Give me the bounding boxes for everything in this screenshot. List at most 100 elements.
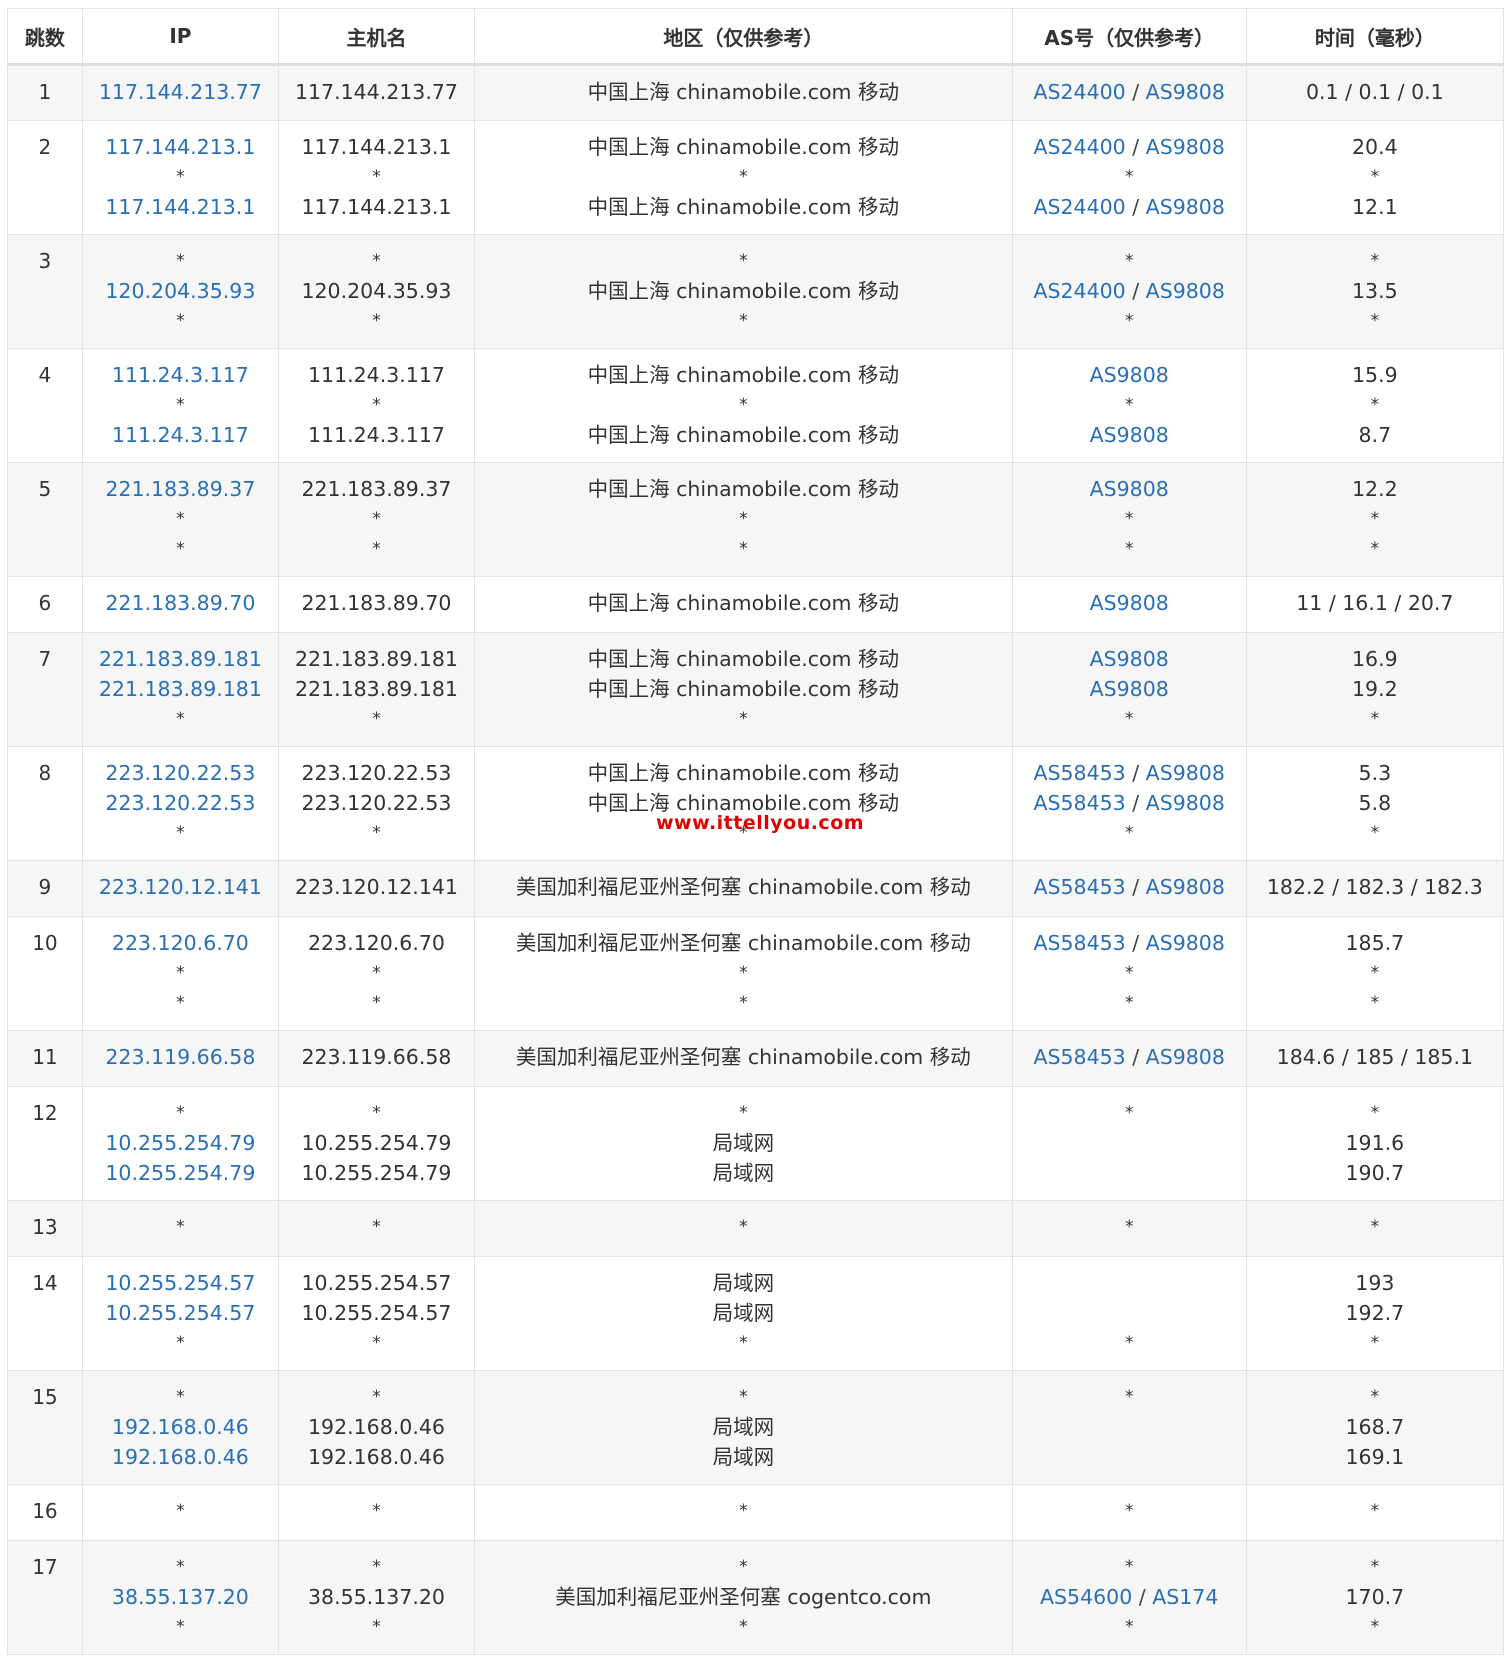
hostname-timeout: * — [372, 823, 381, 843]
ip-link[interactable]: 221.183.89.37 — [105, 477, 255, 501]
time-cell: 16.9 19.2 * — [1245, 632, 1505, 747]
region-text: 美国加利福尼亚州圣何塞 chinamobile.com 移动 — [515, 931, 971, 955]
ip-link[interactable]: 10.255.254.79 — [105, 1131, 255, 1155]
region-cell: * 中国上海 chinamobile.com 移动 * — [474, 234, 1013, 349]
hop-label: 12 — [32, 1101, 58, 1125]
as-timeout: * — [1124, 1387, 1134, 1407]
as-link[interactable]: AS9808 — [1146, 195, 1225, 219]
hostname-text: 38.55.137.20 — [307, 1585, 445, 1609]
as-link[interactable]: AS9808 — [1090, 363, 1169, 387]
table-row: 17 * 38.55.137.20 * * 38.55.137.20 * * 美国加利福尼亚州圣… — [7, 1540, 1505, 1655]
as-link[interactable]: AS24400 — [1033, 195, 1125, 219]
time-timeout: * — [1370, 509, 1380, 529]
as-link[interactable]: AS58453 — [1033, 931, 1125, 955]
as-timeout: * — [1124, 539, 1134, 559]
ip-link[interactable]: 221.183.89.181 — [99, 647, 262, 671]
table-row: 7 221.183.89.181 221.183.89.181 * 221.183.89… — [7, 632, 1505, 747]
ip-link[interactable]: 221.183.89.70 — [105, 591, 255, 615]
as-link[interactable]: AS9808 — [1090, 591, 1169, 615]
as-link[interactable]: AS9808 — [1146, 761, 1225, 785]
region-text: 中国上海 chinamobile.com 移动 — [587, 195, 900, 219]
as-link[interactable]: AS24400 — [1033, 80, 1125, 104]
as-link[interactable]: AS9808 — [1146, 135, 1225, 159]
as-separator: / — [1125, 875, 1146, 899]
ip-line: 221.183.89.181 — [83, 674, 278, 704]
as-line: AS24400 / AS9808 — [1013, 77, 1246, 107]
ip-link[interactable]: 223.120.6.70 — [112, 931, 249, 955]
as-link[interactable]: AS9808 — [1146, 791, 1225, 815]
as-cell: AS58453 / AS9808 — [1011, 1030, 1247, 1087]
region-cell: * 局域网 局域网 — [474, 1086, 1013, 1201]
as-cell: * — [1011, 1200, 1247, 1257]
ip-link[interactable]: 223.120.22.53 — [105, 791, 255, 815]
as-line: AS9808 — [1013, 360, 1246, 390]
as-cell: AS9808 * AS9808 — [1011, 348, 1247, 463]
as-link[interactable]: AS58453 — [1033, 1045, 1125, 1069]
hop-number: 5 — [7, 462, 83, 577]
ip-link[interactable]: 10.255.254.57 — [105, 1301, 255, 1325]
time-timeout: * — [1370, 1217, 1380, 1237]
region-timeout: * — [739, 1103, 748, 1123]
ip-link[interactable]: 192.168.0.46 — [112, 1415, 249, 1439]
as-link[interactable]: AS9808 — [1146, 279, 1225, 303]
ip-link[interactable]: 10.255.254.57 — [105, 1271, 255, 1295]
region-text: 中国上海 chinamobile.com 移动 — [587, 135, 900, 159]
hop-number: 8 — [7, 746, 83, 861]
as-link[interactable]: AS58453 — [1033, 791, 1125, 815]
hop-label: 7 — [38, 647, 52, 671]
as-link[interactable]: AS9808 — [1090, 647, 1169, 671]
as-link[interactable]: AS58453 — [1033, 761, 1125, 785]
hostname-text: 10.255.254.57 — [301, 1301, 452, 1325]
as-link[interactable]: AS9808 — [1146, 931, 1225, 955]
as-cell: AS58453 / AS9808 * * — [1011, 916, 1247, 1031]
region-timeout: * — [739, 509, 748, 529]
table-row: 2 117.144.213.1 * 117.144.213.1 117.144.213.… — [7, 120, 1505, 235]
as-link[interactable]: AS9808 — [1146, 1045, 1225, 1069]
ip-link[interactable]: 117.144.213.77 — [99, 80, 262, 104]
time-cell: 20.4 * 12.1 — [1245, 120, 1505, 235]
ip-link[interactable]: 111.24.3.117 — [112, 363, 249, 387]
ip-link[interactable]: 117.144.213.1 — [105, 195, 255, 219]
ip-link[interactable]: 223.120.22.53 — [105, 761, 255, 785]
as-cell: * — [1011, 1256, 1247, 1371]
as-link[interactable]: AS24400 — [1033, 135, 1125, 159]
as-link[interactable]: AS9808 — [1090, 677, 1169, 701]
ip-timeout: * — [176, 251, 185, 271]
table-row: 15 * 192.168.0.46 192.168.0.46 * 192.168.0.46… — [7, 1370, 1505, 1485]
ip-link[interactable]: 223.120.12.141 — [99, 875, 262, 899]
ip-link[interactable]: 38.55.137.20 — [112, 1585, 249, 1609]
hostname-timeout: * — [372, 963, 381, 983]
hostname-text: 10.255.254.57 — [301, 1271, 452, 1295]
as-cell: * — [1011, 1086, 1247, 1201]
ip-link[interactable]: 120.204.35.93 — [105, 279, 255, 303]
hop-label: 17 — [32, 1555, 58, 1579]
region-cell: 中国上海 chinamobile.com 移动 — [474, 576, 1013, 633]
as-link[interactable]: AS9808 — [1146, 80, 1225, 104]
region-timeout: * — [739, 539, 748, 559]
as-line: AS54600 / AS174 — [1013, 1582, 1246, 1612]
region-timeout: * — [739, 311, 748, 331]
as-link[interactable]: AS9808 — [1090, 423, 1169, 447]
hostname-timeout: * — [372, 1387, 381, 1407]
ip-link[interactable]: 117.144.213.1 — [105, 135, 255, 159]
as-link[interactable]: AS9808 — [1146, 875, 1225, 899]
hostname-cell: * — [277, 1484, 476, 1541]
as-link[interactable]: AS24400 — [1033, 279, 1125, 303]
ip-link[interactable]: 223.119.66.58 — [105, 1045, 255, 1069]
ip-cell: * 38.55.137.20 * — [81, 1540, 279, 1655]
as-link[interactable]: AS9808 — [1090, 477, 1169, 501]
ip-link[interactable]: 10.255.254.79 — [105, 1161, 255, 1185]
ip-link[interactable]: 221.183.89.181 — [99, 677, 262, 701]
as-link[interactable]: AS174 — [1152, 1585, 1218, 1609]
as-link[interactable]: AS54600 — [1040, 1585, 1132, 1609]
ip-line: 223.120.22.53 — [83, 788, 278, 818]
ip-link[interactable]: 192.168.0.46 — [112, 1445, 249, 1469]
as-separator: / — [1125, 761, 1146, 785]
as-line: AS58453 / AS9808 — [1013, 788, 1246, 818]
hostname-cell: * 120.204.35.93 * — [277, 234, 476, 349]
time-timeout: * — [1370, 709, 1380, 729]
region-text: 局域网 — [712, 1415, 775, 1439]
ip-link[interactable]: 111.24.3.117 — [112, 423, 249, 447]
as-link[interactable]: AS58453 — [1033, 875, 1125, 899]
time-timeout: * — [1370, 963, 1380, 983]
